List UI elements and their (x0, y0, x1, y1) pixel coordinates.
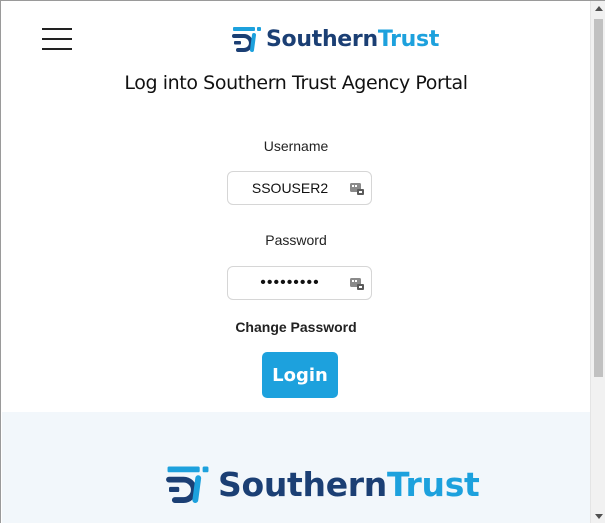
southern-trust-logo-icon (166, 466, 209, 503)
scroll-down-icon[interactable] (591, 509, 605, 523)
password-label: Password (265, 232, 327, 248)
menu-icon[interactable] (42, 28, 72, 50)
change-password-link[interactable]: Change Password (2, 319, 590, 335)
username-input[interactable] (228, 172, 346, 204)
logo-wordmark: SouthernTrust (218, 464, 480, 504)
password-manager-key-icon[interactable] (350, 276, 364, 290)
scroll-up-icon[interactable] (591, 1, 605, 16)
browser-frame: SouthernTrust Log into Southern Trust Ag… (0, 0, 605, 523)
username-label: Username (263, 138, 329, 154)
password-input[interactable] (228, 267, 346, 299)
page-title: Log into Southern Trust Agency Portal (124, 72, 468, 94)
footer-logo[interactable]: SouthernTrust (166, 459, 480, 509)
password-manager-key-icon[interactable] (350, 181, 364, 195)
header-logo[interactable]: SouthernTrust (232, 24, 439, 54)
logo-wordmark: SouthernTrust (266, 26, 440, 52)
scrollbar-thumb[interactable] (594, 19, 603, 377)
password-field[interactable] (227, 266, 372, 300)
southern-trust-logo-icon (232, 27, 261, 52)
username-field[interactable] (227, 171, 372, 205)
vertical-scrollbar[interactable] (590, 1, 605, 523)
page-viewport: SouthernTrust Log into Southern Trust Ag… (2, 2, 590, 523)
footer: SouthernTrust (2, 412, 590, 523)
login-button[interactable]: Login (262, 352, 338, 398)
